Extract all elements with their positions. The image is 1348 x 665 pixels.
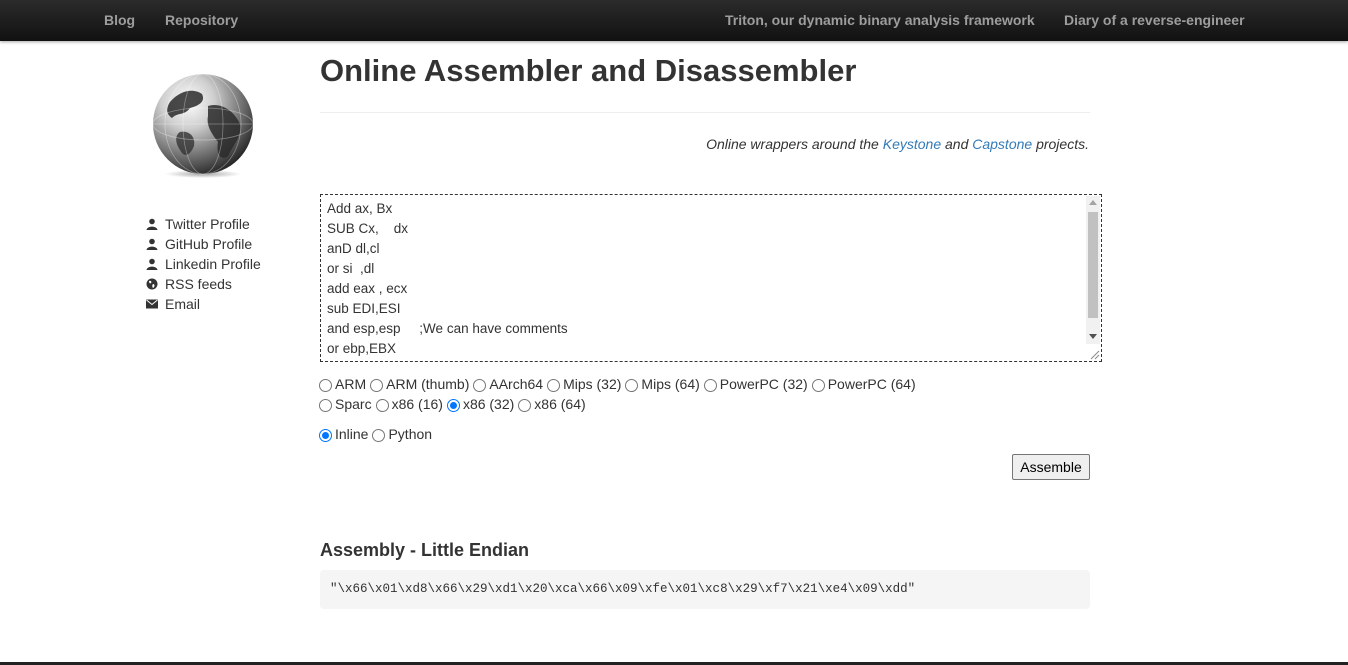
capstone-link[interactable]: Capstone — [972, 136, 1032, 152]
twitter-profile-link[interactable]: Twitter Profile — [145, 214, 261, 234]
arch-option-x86-64[interactable]: x86 (64) — [518, 396, 586, 412]
code-line: or si ,dl — [327, 261, 375, 276]
arch-label-mips-32: Mips (32) — [563, 376, 622, 392]
arch-option-arm[interactable]: ARM — [319, 376, 366, 392]
linkedin-profile-link[interactable]: Linkedin Profile — [145, 254, 261, 274]
format-option-python[interactable]: Python — [372, 426, 432, 442]
assembly-input[interactable]: Add ax, Bx SUB Cx, dx anD dl,cl or si ,dl ad… — [320, 194, 1102, 362]
arch-option-mips-32[interactable]: Mips (32) — [547, 376, 621, 392]
scroll-thumb[interactable] — [1088, 212, 1098, 318]
format-label-python: Python — [388, 426, 433, 442]
arch-radio-mips-64[interactable] — [625, 379, 639, 392]
architecture-options-row-1: ARM ARM (thumb) AArch64 Mips (32) Mips (64) P… — [319, 376, 920, 392]
title-divider — [320, 112, 1090, 113]
rss-feeds-label: RSS feeds — [165, 276, 232, 292]
linkedin-profile-label: Linkedin Profile — [165, 256, 261, 272]
code-line: SUB Cx, dx — [327, 221, 409, 236]
resize-grip-icon[interactable] — [1088, 348, 1100, 360]
arch-radio-powerpc-64[interactable] — [811, 379, 825, 392]
subtitle-text-3: projects. — [1032, 136, 1089, 152]
arch-label-powerpc-32: PowerPC (32) — [719, 376, 808, 392]
nav-triton-link[interactable]: Triton, our dynamic binary analysis fram… — [725, 12, 1035, 28]
arch-option-mips-64[interactable]: Mips (64) — [625, 376, 700, 392]
arch-label-mips-64: Mips (64) — [641, 376, 700, 392]
arch-radio-x86-64[interactable] — [518, 399, 532, 412]
format-radio-python[interactable] — [372, 429, 386, 442]
code-line: or ebp,EBX — [327, 341, 397, 356]
result-title: Assembly - Little Endian — [320, 540, 530, 560]
subtitle-text-1: Online wrappers around the — [706, 136, 883, 152]
user-icon — [145, 237, 159, 251]
code-line: sub EDI,ESI — [327, 301, 401, 316]
code-line: Add ax, Bx — [327, 201, 393, 216]
output-format-options: Inline Python — [319, 426, 436, 442]
nav-diary-link[interactable]: Diary of a reverse-engineer — [1064, 12, 1245, 28]
assemble-button[interactable]: Assemble — [1012, 454, 1090, 480]
arch-label-x86-32: x86 (32) — [462, 396, 515, 412]
code-line: anD dl,cl — [327, 241, 380, 256]
envelope-icon — [145, 297, 159, 311]
arch-option-powerpc-32[interactable]: PowerPC (32) — [703, 376, 808, 392]
user-icon — [145, 217, 159, 231]
email-label: Email — [165, 296, 201, 312]
user-icon — [145, 257, 159, 271]
arch-option-aarch64[interactable]: AArch64 — [473, 376, 543, 392]
arch-label-x86-64: x86 (64) — [534, 396, 586, 412]
result-output: "\x66\x01\xd8\x66\x29\xd1\x20\xca\x66\x0… — [320, 570, 1090, 609]
profile-links: Twitter Profile GitHub Profile Linkedin … — [145, 214, 261, 314]
subtitle: Online wrappers around the Keystone and … — [706, 136, 1089, 152]
subtitle-text-2: and — [941, 136, 973, 152]
rss-feeds-link[interactable]: RSS feeds — [145, 274, 261, 294]
editor-scrollbar[interactable] — [1086, 196, 1100, 344]
format-radio-inline[interactable] — [319, 429, 332, 442]
arch-label-aarch64: AArch64 — [489, 376, 544, 392]
arch-label-x86-16: x86 (16) — [391, 396, 443, 412]
code-lines: Add ax, Bx SUB Cx, dx anD dl,cl or si ,dl ad… — [321, 195, 1101, 359]
code-line: add eax , ecx — [327, 281, 408, 296]
format-label-inline: Inline — [335, 426, 369, 442]
arch-option-sparc[interactable]: Sparc — [319, 396, 372, 412]
code-line: and esp,esp ;We can have comments — [327, 321, 568, 336]
arch-radio-powerpc-32[interactable] — [703, 379, 717, 392]
nav-repository-link[interactable]: Repository — [165, 12, 238, 28]
arch-radio-aarch64[interactable] — [473, 379, 487, 392]
arch-radio-sparc[interactable] — [319, 399, 332, 412]
arch-label-arm-thumb: ARM (thumb) — [386, 376, 470, 392]
arch-option-x86-16[interactable]: x86 (16) — [375, 396, 443, 412]
arch-option-x86-32[interactable]: x86 (32) — [446, 396, 515, 412]
arch-option-arm-thumb[interactable]: ARM (thumb) — [370, 376, 469, 392]
arch-label-sparc: Sparc — [335, 396, 372, 412]
github-profile-label: GitHub Profile — [165, 236, 253, 252]
keystone-link[interactable]: Keystone — [883, 136, 941, 152]
arch-label-arm: ARM — [335, 376, 367, 392]
scroll-down-icon[interactable] — [1089, 334, 1097, 339]
scroll-up-icon[interactable] — [1089, 200, 1097, 205]
format-option-inline[interactable]: Inline — [319, 426, 368, 442]
arch-radio-x86-32[interactable] — [446, 399, 460, 412]
globe-logo — [152, 73, 254, 178]
arch-radio-mips-32[interactable] — [547, 379, 561, 392]
twitter-profile-label: Twitter Profile — [165, 216, 250, 232]
page-title: Online Assembler and Disassembler — [320, 53, 857, 88]
architecture-options-row-2: Sparc x86 (16) x86 (32) x86 (64) — [319, 396, 590, 412]
arch-option-powerpc-64[interactable]: PowerPC (64) — [811, 376, 916, 392]
top-navbar: Blog Repository Triton, our dynamic bina… — [0, 0, 1348, 41]
arch-radio-arm-thumb[interactable] — [370, 379, 384, 392]
arch-label-powerpc-64: PowerPC (64) — [827, 376, 916, 392]
nav-blog-link[interactable]: Blog — [104, 12, 135, 28]
github-profile-link[interactable]: GitHub Profile — [145, 234, 261, 254]
globe-icon — [145, 277, 159, 291]
arch-radio-x86-16[interactable] — [375, 399, 389, 412]
email-link[interactable]: Email — [145, 294, 261, 314]
arch-radio-arm[interactable] — [319, 379, 332, 392]
